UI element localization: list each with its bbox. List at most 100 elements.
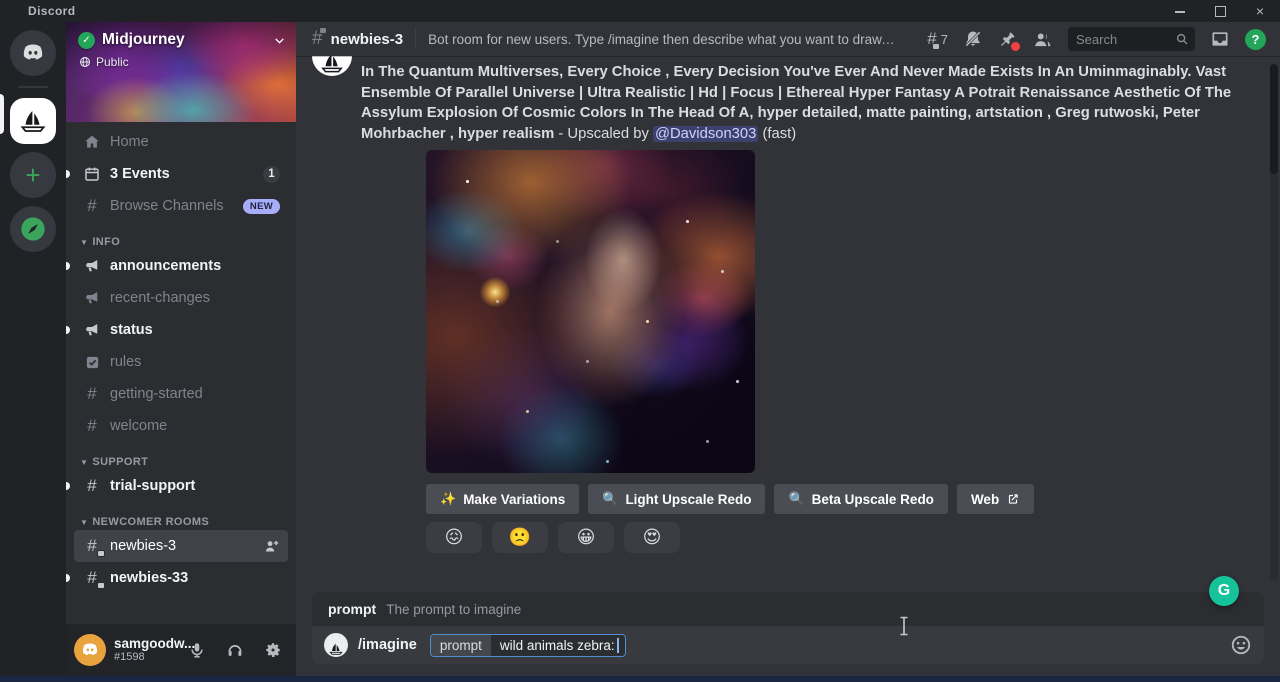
add-server-button[interactable]: + bbox=[10, 152, 56, 198]
chat-hash-icon: # bbox=[82, 568, 102, 588]
sparkles-icon: ✨ bbox=[440, 491, 456, 507]
browse-channels-icon: # bbox=[82, 196, 102, 216]
hash-icon: # bbox=[82, 384, 102, 404]
user-settings-button[interactable] bbox=[258, 635, 288, 665]
sidebar-item-events[interactable]: 3 Events 1 bbox=[74, 158, 288, 190]
pin-alert-dot bbox=[1011, 42, 1020, 51]
taskbar-edge bbox=[0, 676, 1280, 682]
light-upscale-redo-button[interactable]: 🔍Light Upscale Redo bbox=[588, 484, 765, 514]
rail-separator bbox=[18, 86, 48, 88]
discord-logo-icon bbox=[20, 40, 46, 66]
user-discriminator: #1598 bbox=[114, 651, 174, 664]
channel-hash-icon: # bbox=[312, 29, 323, 49]
channel-label: recent-changes bbox=[110, 290, 210, 306]
thread-count: 7 bbox=[941, 32, 948, 47]
smiley-icon bbox=[1230, 634, 1252, 656]
channel-getting-started[interactable]: # getting-started bbox=[74, 378, 288, 410]
channel-header: # newbies-3 Bot room for new users. Type… bbox=[296, 22, 1280, 56]
composer: prompt The prompt to imagine /imagine pr… bbox=[312, 592, 1264, 664]
message-actions: ✨Make Variations 🔍Light Upscale Redo 🔍Be… bbox=[426, 484, 1280, 514]
chat-scrollbar[interactable] bbox=[1270, 64, 1278, 580]
prompt-text: Mohrbacher , hyper realism bbox=[361, 126, 554, 142]
channel-rules[interactable]: rules bbox=[74, 346, 288, 378]
channel-recent-changes[interactable]: recent-changes bbox=[74, 282, 288, 314]
compass-icon bbox=[19, 215, 47, 243]
prompt-option-field[interactable]: prompt wild animals zebra: bbox=[430, 634, 626, 657]
emoji-picker-button[interactable] bbox=[1230, 634, 1252, 656]
sidebar-item-browse-channels[interactable]: # Browse Channels NEW bbox=[74, 190, 288, 222]
megaphone-icon bbox=[82, 257, 102, 275]
search-input[interactable]: Search bbox=[1068, 27, 1195, 51]
web-button[interactable]: Web bbox=[957, 484, 1034, 514]
channel-newbies-3[interactable]: # newbies-3 bbox=[74, 530, 288, 562]
username: samgoodw... bbox=[114, 636, 174, 652]
slash-command: /imagine bbox=[358, 637, 417, 653]
question-mark-icon: ? bbox=[1252, 32, 1260, 47]
minimize-icon[interactable] bbox=[1174, 5, 1186, 17]
grammarly-icon[interactable]: G bbox=[1209, 576, 1239, 606]
bot-avatar[interactable] bbox=[312, 56, 352, 76]
user-avatar[interactable] bbox=[74, 634, 106, 666]
channel-label: announcements bbox=[110, 258, 221, 274]
reaction-grin[interactable]: 😀 bbox=[558, 522, 614, 553]
channel-welcome[interactable]: # welcome bbox=[74, 410, 288, 442]
notifications-muted-button[interactable] bbox=[963, 29, 983, 49]
sailboat-icon bbox=[319, 56, 345, 76]
prompt-value: wild animals zebra: bbox=[500, 638, 615, 653]
message: In The Quantum Multiverses, Every Choice… bbox=[361, 62, 1280, 553]
category-support[interactable]: ▼SUPPORT bbox=[74, 456, 288, 468]
channel-label: rules bbox=[110, 354, 141, 370]
sidebar-item-label: 3 Events bbox=[110, 166, 170, 182]
explore-servers-button[interactable] bbox=[10, 206, 56, 252]
discord-window: Discord × + ✓ bbox=[0, 0, 1280, 682]
channel-topic[interactable]: Bot room for new users. Type /imagine th… bbox=[428, 32, 898, 47]
generated-image-attachment[interactable] bbox=[426, 150, 755, 473]
message-line: Assylum Explosion Of Cosmic Colors In Th… bbox=[361, 103, 1280, 124]
message-input[interactable]: /imagine prompt wild animals zebra: bbox=[312, 626, 1264, 664]
search-placeholder: Search bbox=[1076, 32, 1175, 47]
discord-home-button[interactable] bbox=[10, 30, 56, 76]
category-newcomer-rooms[interactable]: ▼NEWCOMER ROOMS bbox=[74, 516, 288, 528]
make-variations-button[interactable]: ✨Make Variations bbox=[426, 484, 579, 514]
inbox-button[interactable] bbox=[1210, 29, 1230, 49]
channel-label: welcome bbox=[110, 418, 167, 434]
reaction-heart-eyes[interactable]: 😍 bbox=[624, 522, 680, 553]
slash-option-suggestion[interactable]: prompt The prompt to imagine bbox=[312, 592, 1264, 626]
channel-sidebar: ✓ Midjourney Public Home 3 Events bbox=[66, 22, 296, 676]
caret-down-icon: ▼ bbox=[80, 458, 88, 467]
pinned-messages-button[interactable] bbox=[998, 30, 1017, 49]
sidebar-item-home[interactable]: Home bbox=[74, 126, 288, 158]
scrollbar-thumb[interactable] bbox=[1270, 64, 1278, 174]
deafen-button[interactable] bbox=[220, 635, 250, 665]
server-banner[interactable]: ✓ Midjourney Public bbox=[66, 22, 296, 122]
window-titlebar: Discord × bbox=[0, 0, 1280, 22]
beta-upscale-redo-button[interactable]: 🔍Beta Upscale Redo bbox=[774, 484, 947, 514]
category-label: INFO bbox=[92, 236, 120, 248]
reaction-frown[interactable]: 🙁 bbox=[492, 522, 548, 553]
home-icon bbox=[82, 133, 102, 151]
server-name[interactable]: Midjourney bbox=[102, 31, 266, 49]
magnifier-icon: 🔍 bbox=[602, 491, 618, 507]
close-icon[interactable]: × bbox=[1254, 5, 1266, 17]
events-count-badge: 1 bbox=[263, 166, 280, 183]
channel-trial-support[interactable]: # trial-support bbox=[74, 470, 288, 502]
maximize-icon[interactable] bbox=[1214, 5, 1226, 17]
headphones-icon bbox=[226, 641, 244, 659]
threads-button[interactable]: # 7 bbox=[927, 29, 948, 49]
channel-announcements[interactable]: announcements bbox=[74, 250, 288, 282]
invite-people-icon[interactable] bbox=[263, 538, 280, 555]
channel-status[interactable]: status bbox=[74, 314, 288, 346]
member-list-button[interactable] bbox=[1032, 29, 1053, 50]
chat-hash-icon: # bbox=[82, 536, 102, 556]
server-visibility-label: Public bbox=[96, 55, 129, 69]
reaction-confounded[interactable]: 😖 bbox=[426, 522, 482, 553]
user-mention[interactable]: @Davidson303 bbox=[653, 126, 758, 142]
help-button[interactable]: ? bbox=[1245, 29, 1266, 50]
category-info[interactable]: ▼INFO bbox=[74, 236, 288, 248]
chevron-down-icon[interactable] bbox=[273, 34, 286, 47]
mute-microphone-button[interactable] bbox=[182, 635, 212, 665]
channel-newbies-33[interactable]: # newbies-33 bbox=[74, 562, 288, 594]
user-info[interactable]: samgoodw... #1598 bbox=[114, 636, 174, 664]
midjourney-server-button[interactable] bbox=[10, 98, 56, 144]
option-description: The prompt to imagine bbox=[386, 602, 521, 617]
